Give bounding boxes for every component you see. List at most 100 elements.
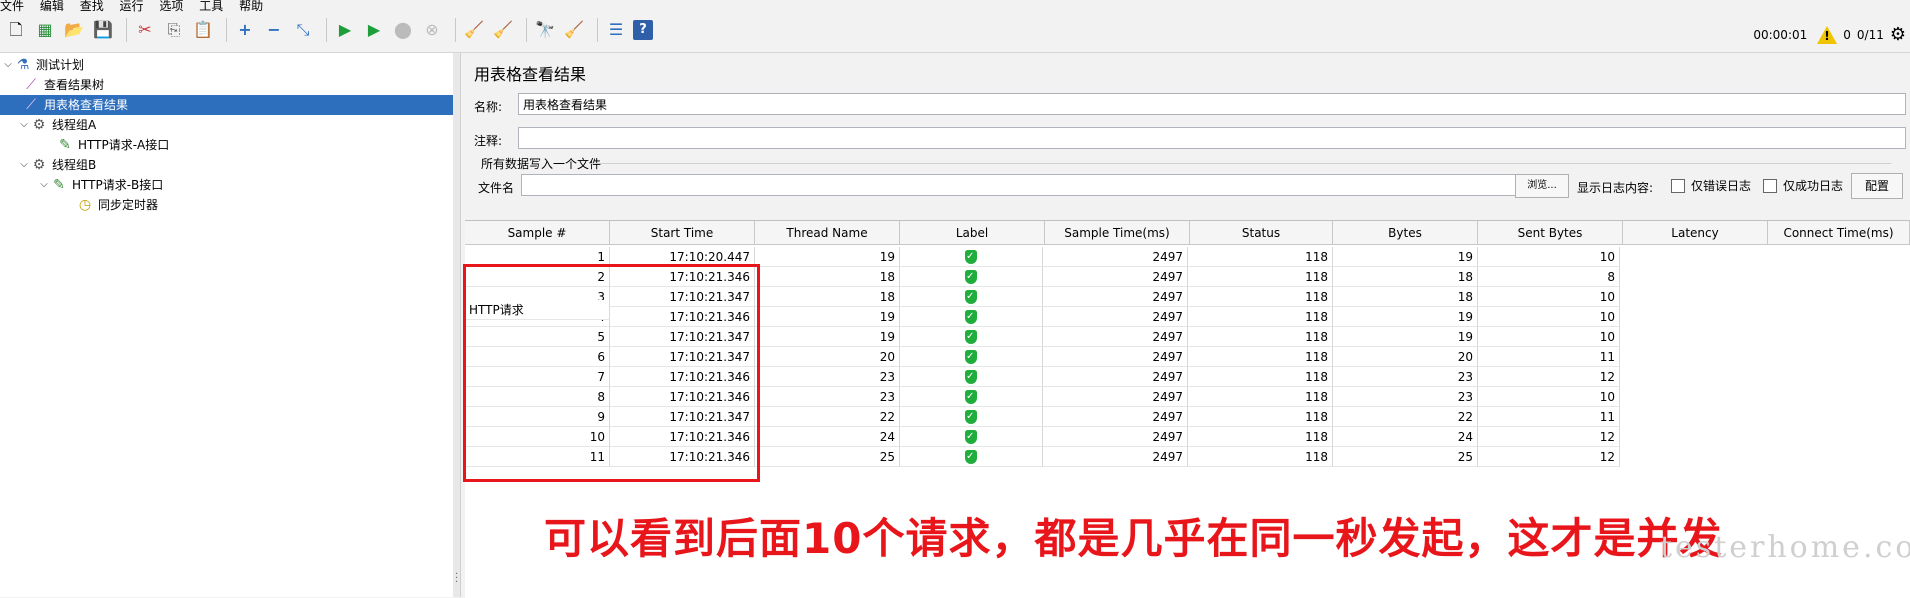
tree-item-view-results-table[interactable]: ⟋ 用表格查看结果: [0, 95, 453, 115]
annotation-text: 可以看到后面10个请求，都是几乎在同一秒发起，这才是并发: [544, 514, 1723, 563]
table-cell: 18: [1333, 267, 1478, 287]
checkbox-box[interactable]: [1671, 178, 1685, 193]
stop-icon[interactable]: ⬤: [391, 18, 415, 42]
tree-item-view-results-tree[interactable]: ⟋ 查看结果树: [22, 75, 442, 95]
filename-label: 文件名: [478, 181, 515, 195]
function-helper-icon[interactable]: ☰: [604, 18, 628, 42]
table-cell: 2497: [1043, 327, 1188, 347]
table-cell: 12: [1478, 447, 1620, 467]
table-cell: 118: [1188, 447, 1333, 467]
start-no-pause-icon[interactable]: ▶: [362, 18, 386, 42]
success-shield-icon: [965, 307, 977, 326]
copy-icon[interactable]: ⎘: [162, 18, 186, 42]
table-cell: 2497: [1043, 347, 1188, 367]
column-header[interactable]: Sent Bytes: [1478, 221, 1623, 245]
menu-help[interactable]: 帮助: [239, 0, 263, 12]
flask-icon: ⚗: [16, 57, 30, 73]
table-cell: 23: [1333, 387, 1478, 407]
tree-item-thread-group-a[interactable]: ⌵ ⚙ 线程组A: [18, 115, 438, 135]
comment-field[interactable]: [518, 127, 1906, 149]
chevron-down-icon[interactable]: ⌵: [2, 55, 14, 75]
table-cell: 19: [1333, 247, 1478, 267]
tree-item-label: 同步定时器: [98, 198, 159, 212]
success-only-checkbox[interactable]: 仅成功日志: [1763, 177, 1843, 194]
toolbar-separator: [526, 18, 527, 42]
checkbox-label: 仅错误日志: [1691, 179, 1752, 193]
column-header[interactable]: Status: [1190, 221, 1333, 245]
comment-label: 注释:: [474, 134, 503, 148]
help-icon[interactable]: ?: [633, 20, 653, 40]
table-cell: 2497: [1043, 247, 1188, 267]
tree-item-http-request-a[interactable]: ✎ HTTP请求-A接口: [56, 135, 436, 155]
menu-edit[interactable]: 编辑: [40, 0, 64, 12]
watermark-text: testerhome.com: [1660, 530, 1910, 565]
table-cell: 2497: [1043, 447, 1188, 467]
column-header[interactable]: Thread Name: [755, 221, 900, 245]
splitter-handle[interactable]: · · ·: [455, 570, 458, 588]
configure-button[interactable]: 配置: [1851, 173, 1903, 199]
toolbar-separator: [226, 18, 227, 42]
tree-item-http-request-b[interactable]: ⌵ ✎ HTTP请求-B接口: [38, 175, 438, 195]
split-pane-divider[interactable]: · · ·: [453, 53, 461, 597]
templates-icon[interactable]: ▦: [33, 18, 57, 42]
chevron-down-icon[interactable]: ⌵: [18, 155, 30, 175]
table-cell: 2497: [1043, 287, 1188, 307]
chevron-down-icon[interactable]: ⌵: [38, 175, 50, 195]
column-header[interactable]: Sample #: [465, 221, 610, 245]
filename-field[interactable]: [521, 174, 1532, 196]
start-icon[interactable]: ▶: [333, 18, 357, 42]
search-icon[interactable]: 🔭: [533, 18, 557, 42]
table-cell: 118: [1188, 287, 1333, 307]
tree-item-thread-group-b[interactable]: ⌵ ⚙ 线程组B: [18, 155, 438, 175]
menu-run[interactable]: 运行: [120, 0, 144, 12]
menu-tools[interactable]: 工具: [199, 0, 223, 12]
menu-file[interactable]: 文件: [0, 0, 24, 12]
gear-icon: ⚙: [32, 117, 46, 133]
column-header[interactable]: Label: [900, 221, 1045, 245]
save-icon[interactable]: 💾: [91, 18, 115, 42]
errors-only-checkbox[interactable]: 仅错误日志: [1671, 177, 1751, 194]
shutdown-icon[interactable]: ⊗: [420, 18, 444, 42]
table-cell: 23: [1333, 367, 1478, 387]
column-header[interactable]: Start Time: [610, 221, 755, 245]
table-cell: 118: [1188, 407, 1333, 427]
clear-all-icon[interactable]: 🧹: [491, 18, 515, 42]
tree-item-label: 线程组A: [52, 118, 97, 132]
table-cell: 25: [1333, 447, 1478, 467]
success-shield-icon: [965, 267, 977, 286]
tree-item-sync-timer[interactable]: ◷ 同步定时器: [76, 195, 436, 215]
collapse-icon[interactable]: −: [262, 18, 286, 42]
table-cell: 11: [1478, 407, 1620, 427]
cut-icon[interactable]: ✂: [133, 18, 157, 42]
table-cell: 2497: [1043, 427, 1188, 447]
clear-icon[interactable]: 🧹: [462, 18, 486, 42]
tree-item-test-plan[interactable]: ⌵ ⚗ 测试计划: [2, 55, 442, 75]
column-header[interactable]: Connect Time(ms): [1768, 221, 1910, 245]
menu-options[interactable]: 选项: [159, 0, 183, 12]
remote-status-icon[interactable]: ⚙: [1890, 24, 1906, 45]
reset-search-icon[interactable]: 🧹: [562, 18, 586, 42]
open-icon[interactable]: 📂: [62, 18, 86, 42]
checkbox-box[interactable]: [1763, 178, 1777, 193]
active-threads: 0/11: [1856, 27, 1884, 42]
table-cell: 22: [755, 407, 900, 427]
table-cell: 19: [755, 307, 900, 327]
table-cell: 18: [755, 267, 900, 287]
browse-button[interactable]: 浏览...: [1515, 174, 1569, 198]
column-header[interactable]: Sample Time(ms): [1045, 221, 1190, 245]
column-header[interactable]: Latency: [1623, 221, 1768, 245]
table-cell: 22: [1333, 407, 1478, 427]
table-cell: 118: [1188, 387, 1333, 407]
success-shield-icon: [965, 387, 977, 406]
warning-icon[interactable]: [1817, 25, 1838, 44]
paste-icon[interactable]: 📋: [191, 18, 215, 42]
new-icon[interactable]: 🗋: [4, 18, 28, 42]
expand-icon[interactable]: +: [233, 18, 257, 42]
column-header[interactable]: Bytes: [1333, 221, 1478, 245]
toggle-icon[interactable]: ⤡: [291, 18, 315, 42]
table-cell: 23: [755, 367, 900, 387]
name-field[interactable]: 用表格查看结果: [518, 93, 1906, 115]
chevron-down-icon[interactable]: ⌵: [18, 115, 30, 135]
menu-search[interactable]: 查找: [80, 0, 104, 12]
status-cell: [900, 387, 1043, 407]
